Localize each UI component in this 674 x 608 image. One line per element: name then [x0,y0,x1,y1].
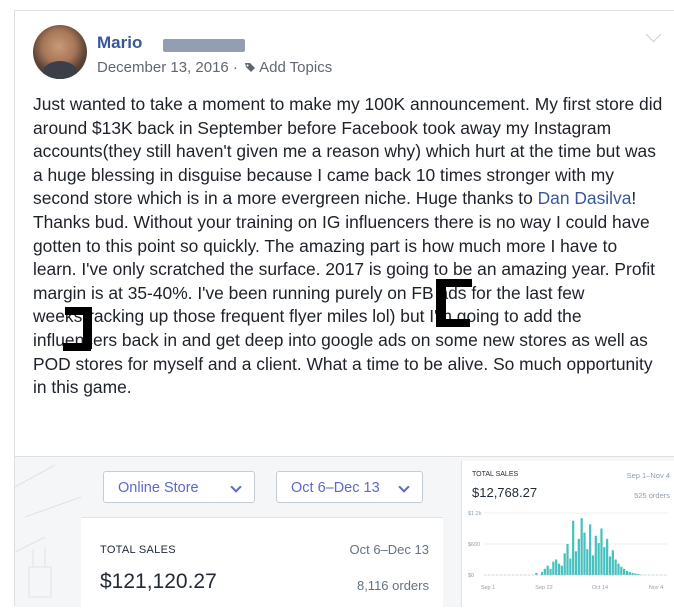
total-sales-amount: $121,120.27 [100,570,217,593]
post-body: Just wanted to take a moment to make my … [33,93,665,400]
chart-bar [583,532,586,575]
illustration-graphic [15,457,81,607]
x-tick-label: Sep 22 [535,585,552,591]
x-tick-label: Nov 4 [649,585,663,591]
chart-bar [628,571,631,575]
chevron-down-icon [230,481,242,493]
y-tick-label: $0 [468,573,474,579]
chart-bar [546,565,549,575]
total-sales-range: Oct 6–Dec 13 [349,542,430,557]
chart-bar [580,518,583,575]
chart-bar [617,563,620,575]
chart-bar [557,563,561,575]
chart-bar [586,549,589,575]
mini-sales-chart: $1.2k $600 $0 Sep 1 Sep 22 Oct 14 Nov 4 [468,511,668,591]
post-card: Mario December 13, 2016 · Add Topics Jus… [14,10,674,608]
add-topics-link[interactable]: Add Topics [259,59,332,76]
chart-bar [560,565,563,575]
date-range-select[interactable]: Oct 6–Dec 13 [276,471,423,503]
chevron-down-icon [398,481,410,493]
chart-bar [623,568,626,575]
mini-chart-orders: 525 orders [634,491,670,500]
y-tick-label: $1.2k [468,511,482,517]
chart-bar [614,559,617,575]
mini-sales-chart-panel: TOTAL SALES Sep 1–Nov 4 $12,768.27 525 o… [461,461,674,607]
x-tick-label: Sep 1 [481,585,495,591]
author-name[interactable]: Mario [97,33,142,53]
bracket-mark-right-bottom [63,343,91,351]
chart-bar [569,558,572,575]
mini-chart-range: Sep 1–Nov 4 [626,471,670,480]
chart-bar [600,528,603,575]
chart-bar [555,559,558,575]
x-tick-label: Oct 14 [592,585,608,591]
chart-bar [603,547,606,575]
mini-chart-label: TOTAL SALES [472,471,519,478]
date-range-select-label: Oct 6–Dec 13 [291,480,380,496]
chart-bar [572,520,575,575]
chart-bar [563,553,566,575]
post-date[interactable]: December 13, 2016 · [97,59,238,76]
chart-bar [549,568,552,575]
total-sales-label: TOTAL SALES [100,544,176,556]
chart-bar [543,568,546,575]
y-tick-label: $600 [468,542,480,548]
chart-bar [620,566,623,575]
chart-bar [574,551,578,575]
tag-icon [245,63,256,72]
avatar[interactable] [33,25,87,79]
post-options-chevron-icon[interactable] [645,26,662,43]
chart-bar [594,535,597,575]
mini-chart-amount: $12,768.27 [472,485,538,500]
chart-bar [540,571,544,575]
chart-bar [625,570,629,575]
chart-bar [606,538,609,575]
chart-bar [608,556,612,575]
mention-link[interactable]: Dan Dasilva [538,188,632,208]
store-stats-screenshot: Online Store Oct 6–Dec 13 TOTAL SALES Oc… [15,456,674,608]
total-orders: 8,116 orders [356,578,429,593]
chart-bar [552,561,555,575]
chart-bar [589,524,592,575]
total-sales-panel: TOTAL SALES Oct 6–Dec 13 $121,120.27 8,1… [81,517,443,608]
chart-bar [611,550,614,575]
bracket-mark-left-bottom [436,319,470,327]
post-meta: December 13, 2016 · Add Topics [97,59,332,76]
chart-bar [566,544,569,575]
chart-bar [597,542,600,575]
redacted-surname [163,39,245,52]
chart-bar [577,538,580,575]
chart-bar [591,555,595,575]
channel-select[interactable]: Online Store [103,471,255,503]
channel-select-label: Online Store [118,480,199,496]
post-text-after: ! Thanks bud. Without your training on I… [33,188,656,398]
